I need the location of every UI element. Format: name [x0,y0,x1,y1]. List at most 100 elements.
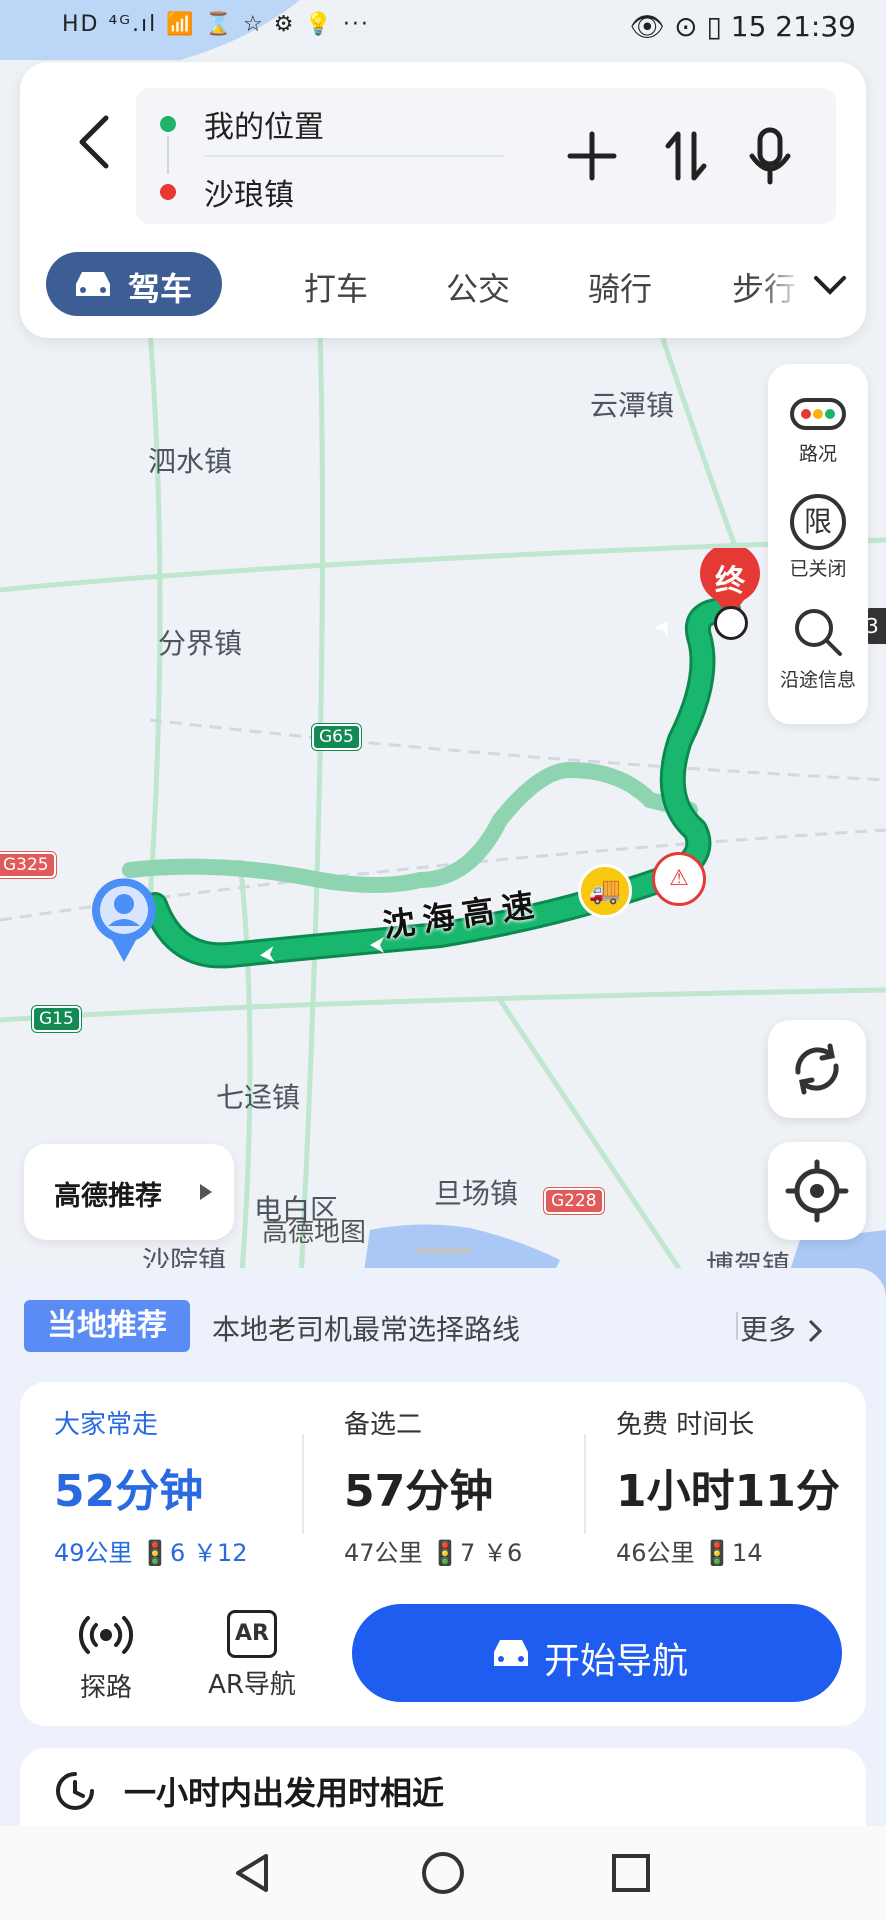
tool-label: 探路 [79,1673,132,1703]
divider [204,155,504,157]
along-route-info[interactable]: 沿途信息 [768,604,868,714]
nav-home-icon[interactable] [418,1848,468,1898]
start-navigation-label: 开始导航 [544,1641,689,1682]
expand-modes-button[interactable] [808,262,852,306]
divider [736,1312,738,1340]
route-option-3[interactable]: 免费 时间长 1小时11分 46公里 🚦14 [616,1404,876,1568]
road-badge: G228 [544,1188,604,1214]
edge-tab[interactable]: 3 [866,608,886,644]
route-options-card: 大家常走 52分钟 49公里 🚦6 ￥12 备选二 57分钟 47公里 🚦7 ￥… [20,1382,866,1726]
road-badge: G65 [312,724,361,750]
plus-icon [567,131,617,181]
tab-transit[interactable]: 公交 [446,264,510,310]
destination-field[interactable]: 沙琅镇 [204,170,294,214]
transport-mode-tabs: 驾车 打车 公交 骑行 步行 [46,252,846,318]
status-bar: HD ⁴ᴳ.ıl 📶 ⌛ ☆ ⚙ 💡 ··· 👁 ⊙ ▯ 15 21:39 [0,0,886,56]
route-option-1[interactable]: 大家常走 52分钟 49公里 🚦6 ￥12 [54,1404,314,1568]
back-button[interactable] [60,100,130,180]
traffic-toggle[interactable]: 路况 [768,394,868,504]
route-label: 免费 时间长 [616,1410,755,1440]
route-connector [167,136,169,174]
route-time: 52分钟 [54,1466,204,1517]
more-label: 更多 [740,1313,797,1346]
road-badge: G15 [32,1006,81,1032]
route-time: 57分钟 [344,1466,494,1517]
local-recommend-desc: 本地老司机最常选择路线 [212,1313,521,1346]
car-icon [494,1640,528,1666]
construction-icon[interactable]: ⚠ [652,852,706,906]
tool-label: AR导航 [208,1670,296,1700]
search-icon [795,609,842,656]
divider [302,1434,304,1534]
recommend-label: 高德推荐 [54,1181,162,1212]
side-label: 沿途信息 [779,669,856,691]
probe-icon [78,1616,134,1654]
place-label: 七迳镇 [216,1081,301,1114]
divider [584,1434,586,1534]
microphone-icon [749,127,791,185]
status-right-info: 👁 ⊙ ▯ 15 21:39 [629,10,856,43]
refresh-route-button[interactable] [768,1020,866,1118]
truck-icon[interactable]: 🚚 [578,864,632,918]
start-navigation-button[interactable]: 开始导航 [352,1604,842,1702]
refresh-icon [795,1043,839,1095]
system-nav-bar [0,1826,886,1920]
place-label: 分界镇 [158,627,243,660]
clock-icon [56,1772,94,1810]
route-option-2[interactable]: 备选二 57分钟 47公里 🚦7 ￥6 [344,1404,604,1568]
place-label: 泗水镇 [148,445,233,478]
play-small-icon [200,1184,212,1200]
amap-recommend-button[interactable]: 高德推荐 [24,1144,234,1240]
route-label: 大家常走 [54,1410,159,1440]
swap-button[interactable] [656,126,716,186]
destination-marker-label: 终 [715,564,745,599]
tab-walk[interactable]: 步行 [732,264,802,308]
route-meta: 49公里 🚦6 ￥12 [54,1539,248,1567]
traffic-light-icon [790,398,846,430]
voice-button[interactable] [740,126,800,186]
nav-recents-icon[interactable] [606,1848,656,1898]
ar-navigation-button[interactable]: AR AR导航 [192,1610,312,1701]
tab-taxi[interactable]: 打车 [304,264,368,310]
route-meta: 47公里 🚦7 ￥6 [344,1539,523,1567]
origin-dot [160,116,176,132]
probe-route-button[interactable]: 探路 [46,1610,166,1704]
restriction-toggle[interactable]: 限 已关闭 [768,494,868,604]
swap-icon [665,131,707,181]
tab-ride[interactable]: 骑行 [588,264,652,310]
ar-icon: AR [227,1610,277,1658]
route-meta: 46公里 🚦14 [616,1539,763,1567]
destination-dot [160,184,176,200]
add-waypoint-button[interactable] [562,126,622,186]
side-label: 路况 [798,443,837,465]
route-label: 备选二 [344,1410,423,1440]
map-side-tools: 路况 限 已关闭 沿途信息 [768,364,868,724]
car-icon [76,272,110,296]
road-badge: G325 [0,852,56,878]
place-label: 云潭镇 [590,389,675,422]
tab-label: 驾车 [128,270,193,308]
locate-icon [785,1159,849,1223]
side-label: 已关闭 [789,558,847,580]
route-input-box: 我的位置 沙琅镇 [136,88,836,224]
tab-drive[interactable]: 驾车 [46,252,222,316]
sheet-handle[interactable] [416,1248,472,1254]
locate-me-button[interactable] [768,1142,866,1240]
route-search-card: 我的位置 沙琅镇 驾车 打车 公交 骑行 步行 [20,62,866,338]
more-button[interactable]: 更多 [740,1308,825,1348]
nav-back-icon[interactable] [228,1848,278,1898]
map-watermark: 高德地图 [262,1218,367,1248]
restriction-icon: 限 [790,494,846,550]
tab-label: 步行 [732,270,797,308]
origin-field[interactable]: 我的位置 [204,102,324,146]
chevron-right-icon [808,1319,823,1343]
back-arrow-icon [79,115,109,169]
chevron-down-icon [814,276,846,295]
route-time: 1小时11分 [616,1466,840,1517]
origin-marker[interactable] [92,876,156,962]
place-label: 旦场镇 [434,1177,519,1210]
destination-point [714,606,748,640]
local-recommend-tag: 当地推荐 [24,1300,190,1352]
departure-hint[interactable]: 一小时内出发用时相近 [20,1748,866,1828]
status-left-icons: HD ⁴ᴳ.ıl 📶 ⌛ ☆ ⚙ 💡 ··· [62,12,370,37]
